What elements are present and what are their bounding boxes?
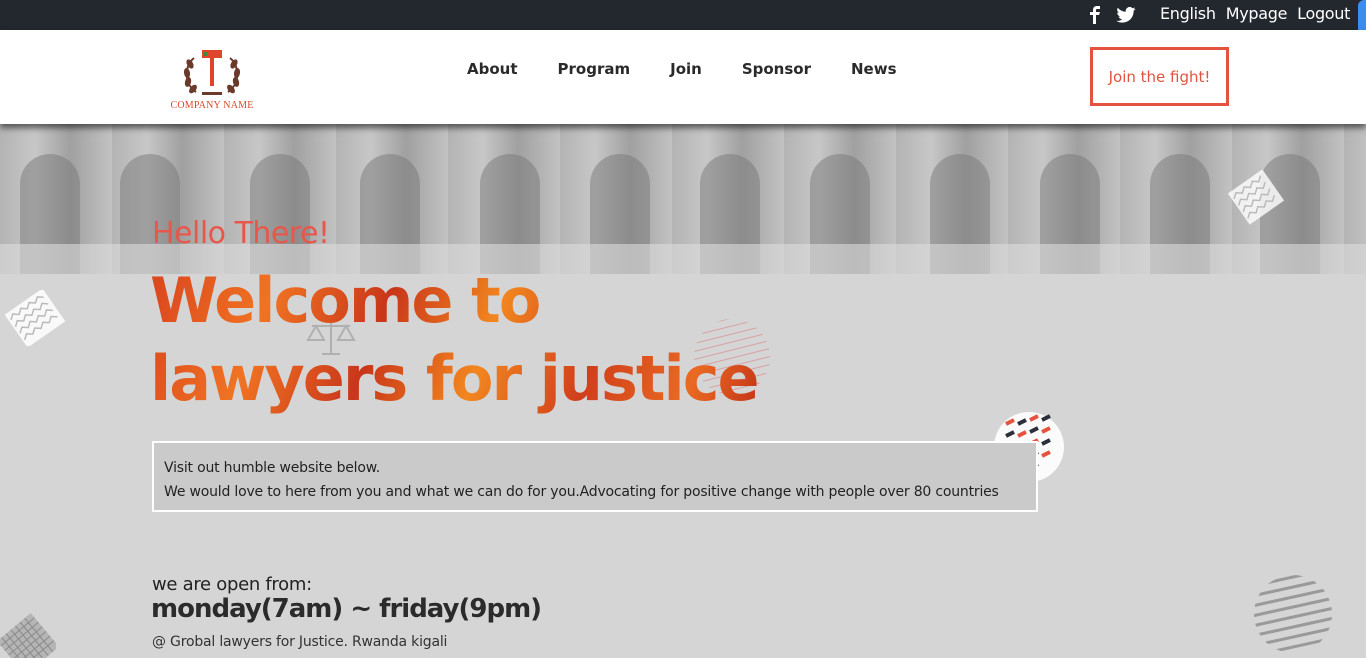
open-hours-label: we are open from: xyxy=(152,574,312,595)
nav-sponsor[interactable]: Sponsor xyxy=(742,60,811,78)
top-links: English Mypage Logout xyxy=(1160,4,1350,23)
gavel-wreath-icon xyxy=(183,50,241,95)
twitter-icon[interactable] xyxy=(1116,7,1136,23)
hero-title-line-2: lawyers for justice xyxy=(150,342,758,415)
hero-greeting: Hello There! xyxy=(152,216,330,251)
striped-circle-icon xyxy=(1254,575,1332,653)
grid-pattern-icon xyxy=(0,613,56,658)
info-line-1: Visit out humble website below. xyxy=(164,460,380,476)
info-box: Visit out humble website below. We would… xyxy=(152,441,1038,512)
logo-text: COMPANY NAME xyxy=(170,100,254,111)
hero-background-image xyxy=(0,124,1366,274)
nav-join[interactable]: Join xyxy=(670,60,702,78)
hero-title: Welcome to lawyers for justice xyxy=(150,262,758,418)
info-line-2: We would love to here from you and what … xyxy=(164,484,999,500)
top-bar: English Mypage Logout xyxy=(0,0,1366,30)
english-link[interactable]: English xyxy=(1160,4,1216,23)
main-header: COMPANY NAME About Program Join Sponsor … xyxy=(0,30,1366,124)
join-the-fight-button[interactable]: Join the fight! xyxy=(1090,47,1229,106)
open-hours: monday(7am) ~ friday(9pm) xyxy=(151,594,542,624)
logout-link[interactable]: Logout xyxy=(1297,4,1350,23)
facebook-icon[interactable] xyxy=(1088,6,1102,24)
company-logo[interactable]: COMPANY NAME xyxy=(166,44,258,114)
nav-program[interactable]: Program xyxy=(558,60,631,78)
zigzag-pattern-icon xyxy=(1227,169,1285,225)
nav-news[interactable]: News xyxy=(851,60,897,78)
zigzag-pattern-icon xyxy=(4,290,66,346)
nav-about[interactable]: About xyxy=(467,60,518,78)
address-text: @ Grobal lawyers for Justice. Rwanda kig… xyxy=(152,634,448,650)
main-nav: About Program Join Sponsor News xyxy=(467,60,897,78)
social-links xyxy=(1088,6,1136,24)
hero-title-line-1: Welcome to xyxy=(150,264,540,337)
mypage-link[interactable]: Mypage xyxy=(1226,4,1288,23)
